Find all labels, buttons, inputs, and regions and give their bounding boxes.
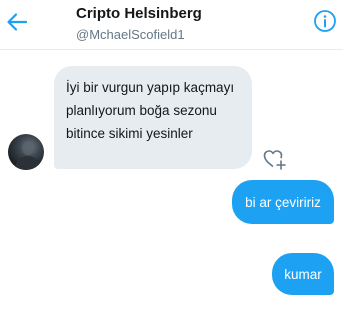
outgoing-message: kumar [272,253,334,295]
back-arrow-icon[interactable] [4,9,30,35]
conversation-title: Cripto Helsinberg [76,5,202,22]
message-text: kumar [284,266,322,282]
avatar[interactable] [8,134,44,170]
message-text: bi ar çeviririz [245,194,321,210]
header-divider [0,49,343,50]
conversation-handle: @MchaelScofield1 [76,27,185,42]
heart-plus-icon[interactable] [263,148,287,170]
conversation-header: Cripto Helsinberg @MchaelScofield1 [0,0,343,50]
info-icon[interactable] [313,9,337,33]
outgoing-message: bi ar çeviririz [232,180,334,224]
message-text: İyi bir vurgun yapıp kaçmayı planlıyorum… [66,80,235,141]
incoming-message: İyi bir vurgun yapıp kaçmayı planlıyorum… [54,66,252,169]
